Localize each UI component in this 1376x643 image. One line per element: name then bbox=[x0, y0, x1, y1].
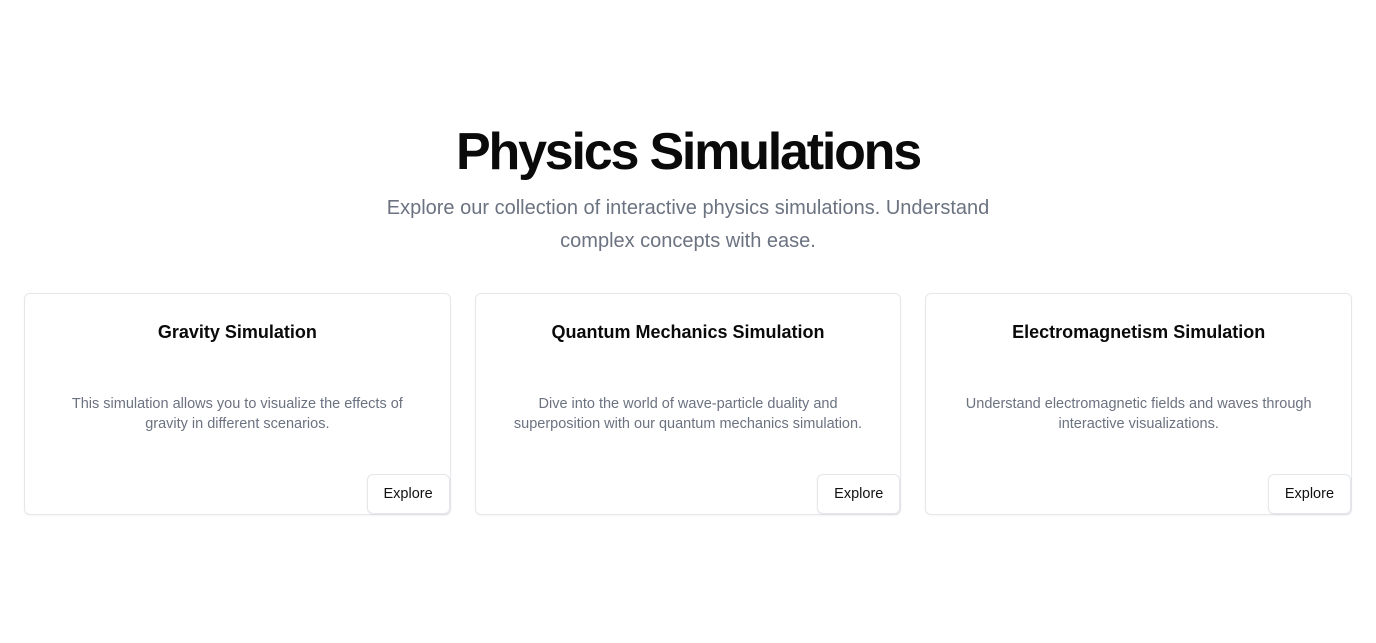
explore-gravity-button[interactable]: Explore bbox=[366, 474, 450, 514]
page-title: Physics Simulations bbox=[456, 123, 922, 181]
card-gravity-simulation: Gravity Simulation This simulation allow… bbox=[24, 293, 451, 515]
card-description: Understand electromagnetic fields and wa… bbox=[965, 396, 1312, 432]
hero-section: Physics Simulations Explore our collecti… bbox=[0, 122, 1376, 258]
card-title: Electromagnetism Simulation bbox=[1012, 322, 1266, 342]
simulation-cards: Gravity Simulation This simulation allow… bbox=[24, 293, 1353, 515]
card-title: Quantum Mechanics Simulation bbox=[551, 322, 825, 342]
explore-electromagnetism-button[interactable]: Explore bbox=[1267, 474, 1352, 514]
page: Physics Simulations Explore our collecti… bbox=[0, 0, 1376, 643]
card-electromagnetism-simulation: Electromagnetism Simulation Understand e… bbox=[925, 293, 1353, 515]
card-title: Gravity Simulation bbox=[157, 322, 317, 342]
page-subtitle: Explore our collection of interactive ph… bbox=[386, 197, 990, 252]
card-description: This simulation allows you to visualize … bbox=[71, 396, 403, 432]
explore-quantum-button[interactable]: Explore bbox=[817, 474, 901, 514]
card-description: Dive into the world of wave-particle dua… bbox=[513, 396, 863, 432]
card-quantum-mechanics-simulation: Quantum Mechanics Simulation Dive into t… bbox=[474, 293, 902, 515]
